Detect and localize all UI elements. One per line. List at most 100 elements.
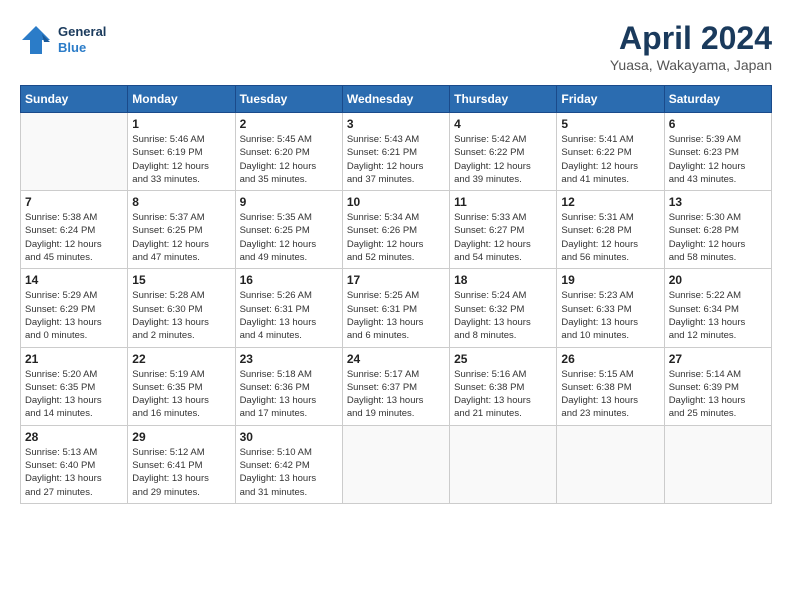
day-number: 15: [132, 273, 230, 287]
calendar-cell: 11Sunrise: 5:33 AM Sunset: 6:27 PM Dayli…: [450, 191, 557, 269]
calendar-cell: 10Sunrise: 5:34 AM Sunset: 6:26 PM Dayli…: [342, 191, 449, 269]
calendar-week-row: 21 Sunrise: 5:20 AM Sunset: 6:35 PM Dayli…: [21, 347, 772, 425]
calendar-cell: 7Sunrise: 5:38 AM Sunset: 6:24 PM Daylig…: [21, 191, 128, 269]
weekday-header: Friday: [557, 86, 664, 113]
day-info: Sunrise: 5:23 AM Sunset: 6:33 PM Dayligh…: [561, 289, 659, 342]
weekday-header: Thursday: [450, 86, 557, 113]
day-info: Sunrise: 5:35 AM Sunset: 6:25 PM Dayligh…: [240, 211, 338, 264]
logo-general: General: [58, 24, 106, 40]
day-number: 21: [25, 352, 123, 366]
calendar-week-row: 1 Sunrise: 5:46 AM Sunset: 6:19 PM Daylig…: [21, 113, 772, 191]
day-info: Sunrise: 5:41 AM Sunset: 6:22 PM Dayligh…: [561, 133, 659, 186]
calendar-cell: 24 Sunrise: 5:17 AM Sunset: 6:37 PM Dayli…: [342, 347, 449, 425]
calendar-cell: 22 Sunrise: 5:19 AM Sunset: 6:35 PM Dayli…: [128, 347, 235, 425]
day-info: Sunrise: 5:22 AM Sunset: 6:34 PM Dayligh…: [669, 289, 767, 342]
title-area: April 2024 Yuasa, Wakayama, Japan: [610, 20, 772, 73]
calendar-cell: 28Sunrise: 5:13 AM Sunset: 6:40 PM Dayli…: [21, 425, 128, 503]
day-number: 24: [347, 352, 445, 366]
calendar-cell: 9 Sunrise: 5:35 AM Sunset: 6:25 PM Daylig…: [235, 191, 342, 269]
day-info: Sunrise: 5:16 AM Sunset: 6:38 PM Dayligh…: [454, 368, 552, 421]
day-number: 13: [669, 195, 767, 209]
day-info: Sunrise: 5:45 AM Sunset: 6:20 PM Dayligh…: [240, 133, 338, 186]
calendar-cell: 27Sunrise: 5:14 AM Sunset: 6:39 PM Dayli…: [664, 347, 771, 425]
weekday-header-row: SundayMondayTuesdayWednesdayThursdayFrid…: [21, 86, 772, 113]
day-number: 9: [240, 195, 338, 209]
day-info: Sunrise: 5:31 AM Sunset: 6:28 PM Dayligh…: [561, 211, 659, 264]
day-number: 26: [561, 352, 659, 366]
weekday-header: Tuesday: [235, 86, 342, 113]
day-number: 3: [347, 117, 445, 131]
day-info: Sunrise: 5:29 AM Sunset: 6:29 PM Dayligh…: [25, 289, 123, 342]
calendar-cell: 1 Sunrise: 5:46 AM Sunset: 6:19 PM Daylig…: [128, 113, 235, 191]
day-number: 4: [454, 117, 552, 131]
calendar-week-row: 28Sunrise: 5:13 AM Sunset: 6:40 PM Dayli…: [21, 425, 772, 503]
day-info: Sunrise: 5:42 AM Sunset: 6:22 PM Dayligh…: [454, 133, 552, 186]
calendar-cell: 13 Sunrise: 5:30 AM Sunset: 6:28 PM Dayli…: [664, 191, 771, 269]
calendar-cell: 19 Sunrise: 5:23 AM Sunset: 6:33 PM Dayli…: [557, 269, 664, 347]
location-subtitle: Yuasa, Wakayama, Japan: [610, 57, 772, 73]
day-number: 22: [132, 352, 230, 366]
day-info: Sunrise: 5:25 AM Sunset: 6:31 PM Dayligh…: [347, 289, 445, 342]
calendar-cell: 4 Sunrise: 5:42 AM Sunset: 6:22 PM Daylig…: [450, 113, 557, 191]
calendar-cell: 30 Sunrise: 5:10 AM Sunset: 6:42 PM Dayli…: [235, 425, 342, 503]
calendar-cell: 21 Sunrise: 5:20 AM Sunset: 6:35 PM Dayli…: [21, 347, 128, 425]
day-info: Sunrise: 5:30 AM Sunset: 6:28 PM Dayligh…: [669, 211, 767, 264]
calendar-cell: 16 Sunrise: 5:26 AM Sunset: 6:31 PM Dayli…: [235, 269, 342, 347]
day-info: Sunrise: 5:17 AM Sunset: 6:37 PM Dayligh…: [347, 368, 445, 421]
day-info: Sunrise: 5:24 AM Sunset: 6:32 PM Dayligh…: [454, 289, 552, 342]
calendar-cell: 14 Sunrise: 5:29 AM Sunset: 6:29 PM Dayli…: [21, 269, 128, 347]
weekday-header: Wednesday: [342, 86, 449, 113]
day-info: Sunrise: 5:15 AM Sunset: 6:38 PM Dayligh…: [561, 368, 659, 421]
logo-bird-icon: [20, 24, 52, 56]
day-number: 18: [454, 273, 552, 287]
calendar-cell: 29Sunrise: 5:12 AM Sunset: 6:41 PM Dayli…: [128, 425, 235, 503]
calendar-cell: [664, 425, 771, 503]
calendar-cell: 26 Sunrise: 5:15 AM Sunset: 6:38 PM Dayli…: [557, 347, 664, 425]
day-info: Sunrise: 5:34 AM Sunset: 6:26 PM Dayligh…: [347, 211, 445, 264]
day-number: 30: [240, 430, 338, 444]
day-info: Sunrise: 5:33 AM Sunset: 6:27 PM Dayligh…: [454, 211, 552, 264]
day-info: Sunrise: 5:37 AM Sunset: 6:25 PM Dayligh…: [132, 211, 230, 264]
day-info: Sunrise: 5:10 AM Sunset: 6:42 PM Dayligh…: [240, 446, 338, 499]
day-info: Sunrise: 5:20 AM Sunset: 6:35 PM Dayligh…: [25, 368, 123, 421]
day-info: Sunrise: 5:14 AM Sunset: 6:39 PM Dayligh…: [669, 368, 767, 421]
calendar-cell: [450, 425, 557, 503]
day-number: 14: [25, 273, 123, 287]
page-header: General Blue April 2024 Yuasa, Wakayama,…: [20, 20, 772, 73]
day-info: Sunrise: 5:26 AM Sunset: 6:31 PM Dayligh…: [240, 289, 338, 342]
calendar-cell: 12 Sunrise: 5:31 AM Sunset: 6:28 PM Dayli…: [557, 191, 664, 269]
day-info: Sunrise: 5:46 AM Sunset: 6:19 PM Dayligh…: [132, 133, 230, 186]
day-number: 5: [561, 117, 659, 131]
day-number: 2: [240, 117, 338, 131]
day-info: Sunrise: 5:39 AM Sunset: 6:23 PM Dayligh…: [669, 133, 767, 186]
day-number: 23: [240, 352, 338, 366]
calendar-cell: 8 Sunrise: 5:37 AM Sunset: 6:25 PM Daylig…: [128, 191, 235, 269]
day-info: Sunrise: 5:19 AM Sunset: 6:35 PM Dayligh…: [132, 368, 230, 421]
day-number: 17: [347, 273, 445, 287]
calendar-cell: 18 Sunrise: 5:24 AM Sunset: 6:32 PM Dayli…: [450, 269, 557, 347]
calendar-cell: 17 Sunrise: 5:25 AM Sunset: 6:31 PM Dayli…: [342, 269, 449, 347]
day-info: Sunrise: 5:38 AM Sunset: 6:24 PM Dayligh…: [25, 211, 123, 264]
calendar-cell: [557, 425, 664, 503]
calendar-cell: 5 Sunrise: 5:41 AM Sunset: 6:22 PM Daylig…: [557, 113, 664, 191]
calendar-cell: [342, 425, 449, 503]
day-number: 19: [561, 273, 659, 287]
weekday-header: Saturday: [664, 86, 771, 113]
calendar-cell: 15Sunrise: 5:28 AM Sunset: 6:30 PM Dayli…: [128, 269, 235, 347]
day-number: 16: [240, 273, 338, 287]
logo: General Blue: [20, 20, 106, 56]
day-number: 12: [561, 195, 659, 209]
logo-blue: Blue: [58, 40, 106, 56]
day-number: 29: [132, 430, 230, 444]
calendar-week-row: 7Sunrise: 5:38 AM Sunset: 6:24 PM Daylig…: [21, 191, 772, 269]
day-number: 1: [132, 117, 230, 131]
day-info: Sunrise: 5:43 AM Sunset: 6:21 PM Dayligh…: [347, 133, 445, 186]
day-number: 6: [669, 117, 767, 131]
calendar-table: SundayMondayTuesdayWednesdayThursdayFrid…: [20, 85, 772, 504]
day-number: 8: [132, 195, 230, 209]
day-number: 20: [669, 273, 767, 287]
weekday-header: Sunday: [21, 86, 128, 113]
calendar-cell: 2 Sunrise: 5:45 AM Sunset: 6:20 PM Daylig…: [235, 113, 342, 191]
day-number: 25: [454, 352, 552, 366]
calendar-cell: 25 Sunrise: 5:16 AM Sunset: 6:38 PM Dayli…: [450, 347, 557, 425]
